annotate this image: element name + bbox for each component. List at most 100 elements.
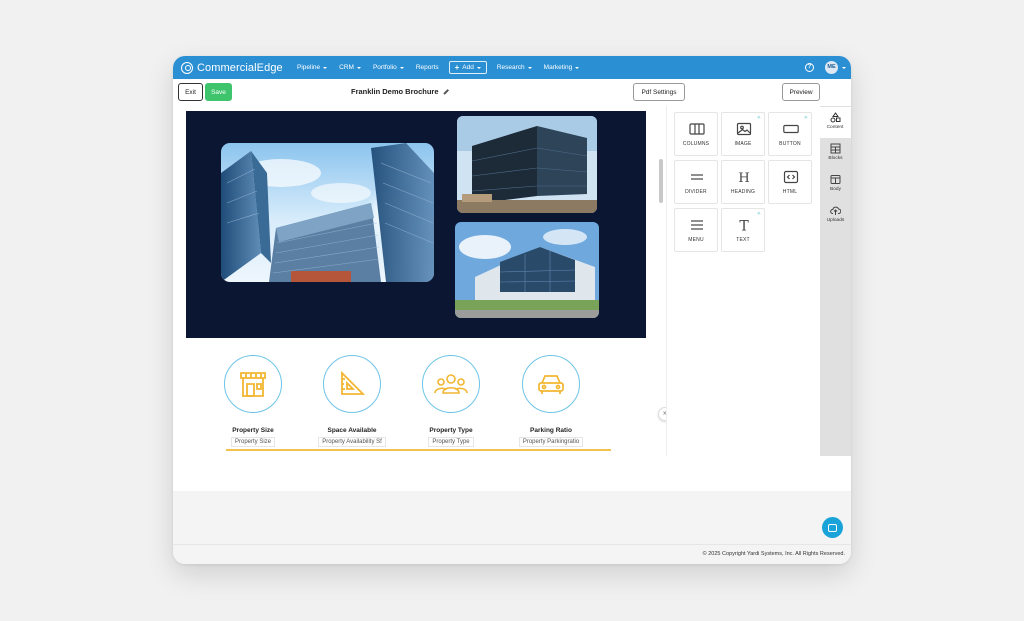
upload-cloud-icon <box>830 206 841 215</box>
nav-item-portfolio[interactable]: Portfolio <box>373 64 404 71</box>
people-icon <box>434 374 468 394</box>
add-label: Add <box>462 64 474 71</box>
tab-label: Body <box>830 187 841 192</box>
shapes-icon <box>830 112 840 123</box>
feature-space-available[interactable]: Space Available Property Availability Sf <box>297 355 407 447</box>
chat-icon <box>828 523 837 532</box>
pencil-icon[interactable] <box>442 88 449 95</box>
tab-body[interactable]: Body <box>820 169 851 200</box>
avatar[interactable]: ME <box>825 61 838 74</box>
brand-at-icon <box>181 61 193 74</box>
chat-support-button[interactable] <box>822 517 843 538</box>
text-icon: T <box>739 219 749 233</box>
sparkle-icon: ✧ <box>756 211 761 217</box>
copyright-text: © 2025 Copyright Yardi Systems, Inc. All… <box>702 551 845 557</box>
hero-image-section[interactable] <box>186 111 646 338</box>
app-window: CommercialEdge Pipeline CRM Portfolio Re… <box>173 56 851 564</box>
nav-menu: Pipeline CRM Portfolio Reports + Add Rese… <box>297 61 591 74</box>
glass-cube-image <box>457 116 597 213</box>
tile-label: IMAGE <box>734 141 752 147</box>
tile-label: HTML <box>782 189 798 195</box>
brand-name: CommercialEdge <box>197 61 283 74</box>
feature-merge-tag[interactable]: Property Parkingratio <box>518 437 584 447</box>
editor-canvas[interactable]: Property Size Property Size Space Availa… <box>173 106 666 456</box>
feature-property-type[interactable]: Property Type Property Type <box>396 355 506 447</box>
save-button[interactable]: Save <box>205 83 232 101</box>
button-icon <box>783 124 799 134</box>
menu-icon <box>691 220 703 230</box>
tile-text[interactable]: ✧ T TEXT <box>721 208 765 252</box>
set-square-icon <box>341 370 366 395</box>
building-photo-skyscrapers[interactable] <box>221 143 434 282</box>
nav-item-marketing[interactable]: Marketing <box>544 64 580 71</box>
nav-item-research[interactable]: Research <box>497 64 532 71</box>
canvas-scrollbar[interactable] <box>659 159 663 203</box>
nav-right-controls: ? ME <box>805 56 851 79</box>
tab-blocks[interactable]: Blocks <box>820 138 851 169</box>
add-button[interactable]: + Add <box>448 61 487 74</box>
heading-icon: H <box>738 171 749 184</box>
feature-icon-circle <box>422 355 480 413</box>
feature-title: Property Type <box>429 427 473 434</box>
tab-label: Uploads <box>826 218 845 223</box>
chevron-down-icon[interactable] <box>842 66 846 69</box>
tile-html[interactable]: HTML <box>768 160 812 204</box>
tab-uploads[interactable]: Uploads <box>820 200 851 231</box>
document-title[interactable]: Franklin Demo Brochure <box>351 87 449 96</box>
pdf-settings-button[interactable]: Pdf Settings <box>633 83 685 101</box>
nav-item-pipeline[interactable]: Pipeline <box>297 64 328 71</box>
nav-item-label: Pipeline <box>297 64 321 71</box>
svg-text:H: H <box>738 171 749 184</box>
tile-button[interactable]: ✧ BUTTON <box>768 112 812 156</box>
tile-label: DIVIDER <box>685 189 707 195</box>
nav-item-crm[interactable]: CRM <box>339 64 361 71</box>
feature-title: Property Size <box>232 427 274 434</box>
tile-image[interactable]: ✧ IMAGE <box>721 112 765 156</box>
tile-menu[interactable]: MENU <box>674 208 718 252</box>
plus-icon: + <box>454 62 460 72</box>
nav-item-label: CRM <box>339 64 354 71</box>
office-building-image <box>455 222 599 318</box>
chevron-down-icon <box>476 66 481 69</box>
brand-logo[interactable]: CommercialEdge <box>181 61 297 74</box>
feature-parking-ratio[interactable]: Parking Ratio Property Parkingratio <box>496 355 606 447</box>
building-photo-office[interactable] <box>455 222 599 318</box>
nav-item-label: Reports <box>415 64 439 71</box>
nav-item-reports[interactable]: Reports <box>416 64 439 71</box>
feature-icon-circle <box>323 355 381 413</box>
help-icon[interactable]: ? <box>805 63 814 72</box>
exit-button[interactable]: Exit <box>178 83 203 101</box>
tab-content[interactable]: Content <box>819 107 851 138</box>
tile-columns[interactable]: COLUMNS <box>674 112 718 156</box>
tile-heading[interactable]: H HEADING <box>721 160 765 204</box>
feature-title: Space Available <box>327 427 377 434</box>
tab-label: Content <box>826 125 844 130</box>
chevron-down-icon <box>527 66 532 69</box>
feature-icon-circle <box>224 355 282 413</box>
building-icon <box>240 372 266 397</box>
footer: © 2025 Copyright Yardi Systems, Inc. All… <box>173 544 851 564</box>
feature-merge-tag[interactable]: Property Availability Sf <box>318 437 386 447</box>
nav-item-label: Portfolio <box>372 64 397 71</box>
image-icon <box>736 122 752 136</box>
building-photo-glass-cube[interactable] <box>457 116 597 213</box>
tile-label: BUTTON <box>779 141 801 147</box>
sparkle-icon: ✧ <box>756 115 761 121</box>
chevron-down-icon <box>356 66 361 69</box>
preview-button[interactable]: Preview <box>782 83 820 101</box>
svg-text:T: T <box>739 219 749 233</box>
tile-label: COLUMNS <box>682 141 710 147</box>
feature-merge-tag[interactable]: Property Size <box>230 437 275 447</box>
body-icon <box>830 175 841 184</box>
feature-property-size[interactable]: Property Size Property Size <box>198 355 308 447</box>
tile-label: HEADING <box>730 189 756 195</box>
feature-icon-circle <box>522 355 580 413</box>
tile-divider[interactable]: DIVIDER <box>674 160 718 204</box>
property-features-section[interactable]: Property Size Property Size Space Availa… <box>186 346 646 453</box>
divider-icon <box>691 174 703 180</box>
feature-merge-tag[interactable]: Property Type <box>428 437 474 447</box>
car-icon <box>538 375 564 394</box>
blocks-icon <box>830 143 841 154</box>
html-icon <box>783 170 799 184</box>
gold-divider <box>226 449 611 451</box>
